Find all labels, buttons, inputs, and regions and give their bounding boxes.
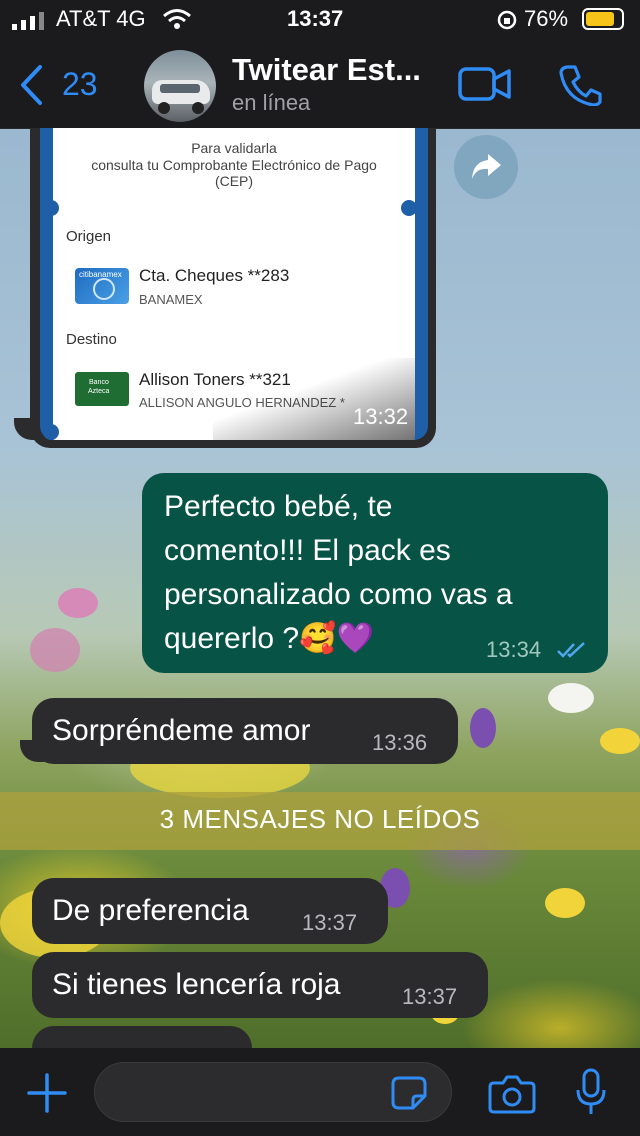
signal-icon: [12, 12, 44, 30]
dest-card-text-1: Banco: [89, 379, 109, 386]
receipt-validate-line2: consulta tu Comprobante Electrónico de P…: [91, 157, 377, 173]
receipt-validate-line3: (CEP): [214, 173, 254, 189]
video-camera-icon[interactable]: [458, 66, 512, 102]
plus-icon[interactable]: [26, 1072, 68, 1114]
clock-time: 13:37: [287, 6, 344, 31]
incoming-message-text: Si tienes lencería roja: [52, 968, 341, 1001]
receipt-notch: [43, 424, 59, 440]
chevron-left-icon[interactable]: [18, 64, 44, 106]
outgoing-message-line: quererlo ?🥰💜: [164, 622, 374, 655]
wallpaper-flower: [30, 628, 80, 672]
incoming-message-bubble[interactable]: Si tienes lencería roja 13:37: [32, 952, 488, 1018]
incoming-message-text: Sorpréndeme amor: [52, 714, 311, 747]
receipt-image[interactable]: Para validarla consulta tu Comprobante E…: [40, 128, 428, 440]
receipt-origin-bank: BANAMEX: [139, 292, 203, 307]
contact-name[interactable]: Twitear Est...: [232, 52, 421, 88]
phone-icon[interactable]: [558, 64, 602, 106]
incoming-message-time: 13:37: [302, 910, 358, 935]
orientation-lock-icon: [497, 10, 517, 30]
chat-header: 23 Twitear Est... en línea: [0, 40, 640, 129]
receipt-origin-label: Origen: [66, 228, 112, 245]
microphone-icon[interactable]: [574, 1068, 608, 1118]
incoming-message-bubble[interactable]: De preferencia 13:37: [32, 878, 388, 944]
wallpaper-flower: [545, 888, 585, 918]
unread-chats-count[interactable]: 23: [62, 66, 98, 103]
wifi-icon: [163, 9, 191, 29]
dest-card-text-2: Azteca: [88, 388, 110, 395]
battery-icon: [582, 8, 624, 30]
camera-icon[interactable]: [488, 1074, 536, 1114]
battery-percent: 76%: [524, 6, 569, 31]
outgoing-message-time: 13:34: [486, 637, 542, 662]
wallpaper-flower: [548, 683, 594, 713]
wallpaper-flower: [58, 588, 98, 618]
banamex-card-image: citibanamex: [75, 268, 129, 304]
receipt-notch: [401, 200, 417, 216]
message-input-bar: [0, 1048, 640, 1136]
message-input[interactable]: [94, 1062, 452, 1122]
read-receipt-icon: [557, 642, 585, 658]
receipt-notch: [43, 200, 59, 216]
carrier-label: AT&T 4G: [56, 6, 146, 31]
presence-status: en línea: [232, 90, 311, 115]
outgoing-message-bubble[interactable]: Perfecto bebé, te comento!!! El pack es …: [142, 473, 608, 673]
outgoing-message-line: comento!!! El pack es: [164, 534, 451, 567]
banco-azteca-card-image: Banco Azteca: [75, 372, 129, 406]
forward-arrow-icon: [472, 154, 501, 179]
avatar[interactable]: [144, 50, 216, 122]
forward-button[interactable]: [454, 135, 518, 199]
incoming-message-time: 13:36: [372, 730, 428, 755]
sticker-icon[interactable]: [391, 1076, 427, 1110]
wallpaper-flower: [600, 728, 640, 754]
outgoing-message-line: personalizado como vas a: [164, 578, 513, 611]
image-message-time: 13:32: [353, 404, 409, 429]
battery-fill: [586, 12, 614, 26]
outgoing-message-line: Perfecto bebé, te: [164, 490, 393, 523]
unread-divider: 3 MENSAJES NO LEÍDOS: [0, 792, 640, 850]
incoming-message-time: 13:37: [402, 984, 458, 1009]
incoming-message-bubble[interactable]: Sorpréndeme amor 13:36: [32, 698, 458, 764]
incoming-message-text: De preferencia: [52, 894, 249, 927]
receipt-origin-account: Cta. Cheques **283: [139, 266, 290, 285]
receipt-validate-line1: Para validarla: [191, 140, 277, 156]
unread-divider-label: 3 MENSAJES NO LEÍDOS: [159, 804, 481, 834]
status-bar: AT&T 4G 13:37 76%: [0, 0, 640, 40]
wallpaper-flower: [470, 708, 496, 748]
receipt-destination-label: Destino: [66, 331, 117, 348]
